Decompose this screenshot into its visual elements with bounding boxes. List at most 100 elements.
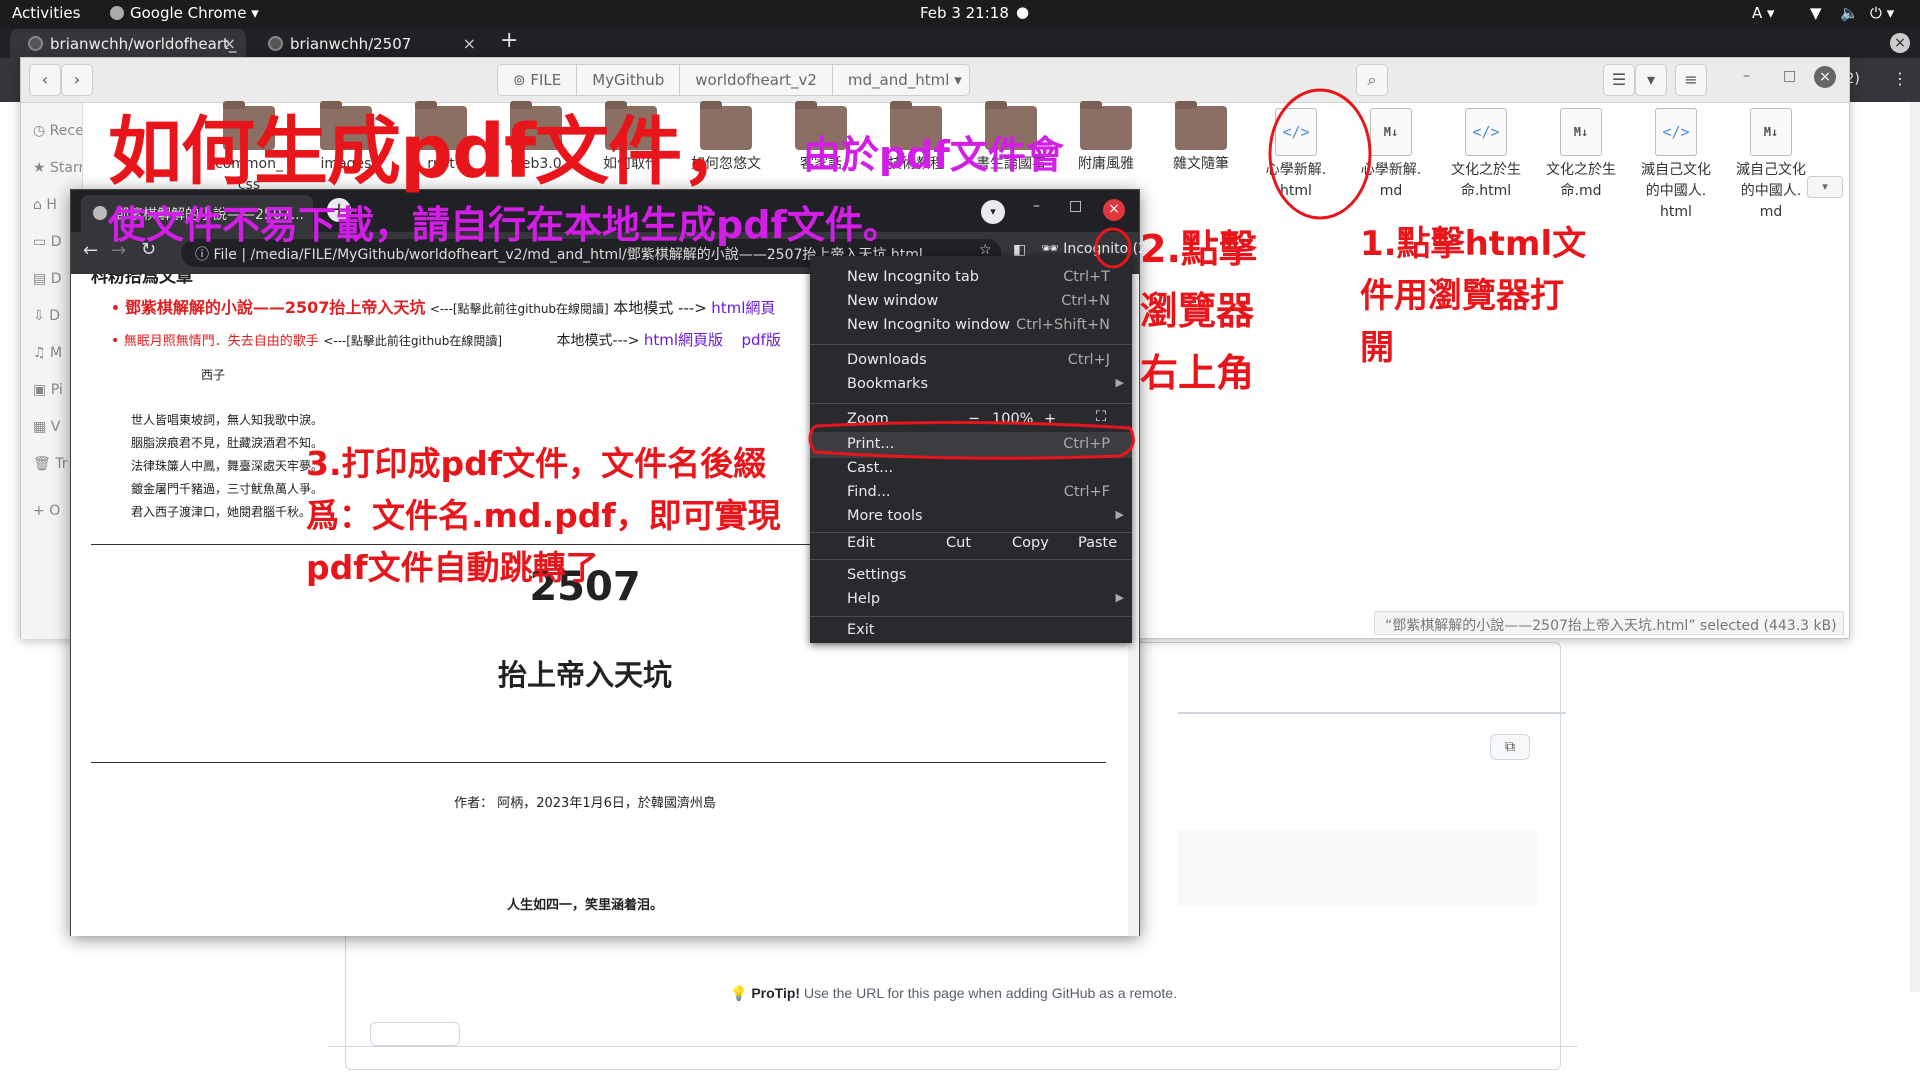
menu-item-more-tools[interactable]: More tools ▶ (810, 508, 1132, 530)
page-subtitle: 抬上帝入天坑 (497, 658, 672, 692)
app-menu[interactable]: Google Chrome ▾ (110, 4, 259, 22)
article-link[interactable]: 無眠月照無情門．失去自由的歌手 (124, 334, 319, 349)
bg-tab-1-label: brianwchh/worldofheart_ (50, 35, 237, 53)
breadcrumb-file[interactable]: ⊚ FILE (498, 65, 578, 95)
clock[interactable]: Feb 3 21:18 (920, 4, 1009, 22)
hamburger-menu-icon[interactable]: ≡ (1675, 64, 1707, 96)
file-item[interactable]: </> 滅自己文化 的中國人. html (1636, 106, 1716, 223)
wifi-icon[interactable]: ▼ (1810, 4, 1822, 22)
menu-item-zoom: Zoom − 100% + ⛶ (847, 409, 1107, 427)
file-item[interactable]: 雜文隨筆 (1161, 101, 1241, 175)
menu-icon[interactable]: ⋮ (1892, 69, 1908, 88)
new-tab-button[interactable]: + (500, 28, 518, 53)
back-button[interactable]: ‹ (29, 64, 61, 96)
list-item: • 無眠月照無情門．失去自由的歌手 <---[點擊此前往github在線閱讀] … (111, 331, 781, 349)
dropdown-icon[interactable]: ▾ (1807, 176, 1843, 198)
breadcrumb-mygithub[interactable]: MyGithub (577, 65, 681, 95)
close-icon[interactable]: × (1103, 199, 1125, 221)
zoom-level: 100% (992, 411, 1034, 427)
bg-tab-2-label: brianwchh/2507 (290, 35, 412, 53)
zoom-in-button[interactable]: + (1044, 411, 1056, 427)
power-icon[interactable]: ⏻ ▾ (1870, 4, 1894, 22)
close-icon[interactable]: × (223, 34, 236, 53)
close-icon[interactable]: × (463, 34, 476, 53)
bg-tab-1[interactable]: brianwchh/worldofheart_ × (10, 29, 246, 58)
menu-item-new-incognito-window[interactable]: New Incognito window Ctrl+Shift+N (810, 317, 1132, 339)
edit-paste-button[interactable]: Paste (1078, 535, 1117, 551)
breadcrumb-worldofheart[interactable]: worldofheart_v2 (680, 65, 833, 95)
edit-copy-button[interactable]: Copy (1012, 535, 1049, 551)
maximize-icon[interactable]: □ (1069, 198, 1082, 214)
close-window-icon[interactable]: × (1890, 33, 1910, 53)
forward-button[interactable]: › (61, 64, 93, 96)
tab-search-icon[interactable]: ▾ (981, 200, 1005, 224)
sidebar-item-desktop[interactable]: ▭ D (33, 234, 61, 250)
globe-icon (93, 206, 107, 220)
sidebar-item-other[interactable]: + O (33, 503, 60, 519)
sidebar-item-documents[interactable]: ▤ D (33, 271, 61, 287)
sidebar-item-recent[interactable]: ◷ Recent (33, 123, 82, 139)
sidebar-item-downloads[interactable]: ⇩ D (33, 308, 60, 324)
pdf-link[interactable]: pdf版 (742, 331, 781, 349)
file-item[interactable]: M↓ 文化之於生 命.md (1541, 106, 1621, 202)
maximize-icon[interactable]: □ (1783, 68, 1796, 84)
sidebar-item-videos[interactable]: ▦ V (33, 419, 60, 435)
input-language[interactable]: A ▾ (1752, 4, 1775, 22)
menu-item-print[interactable]: Print... Ctrl+P (810, 432, 1132, 458)
menu-item-downloads[interactable]: Downloads Ctrl+J (810, 352, 1132, 374)
sidebar-item-music[interactable]: ♫ M (33, 345, 62, 361)
zoom-out-button[interactable]: − (968, 411, 980, 427)
info-icon[interactable]: ⓘ (195, 247, 213, 263)
annotation-step2-line: 右上角 (1140, 351, 1255, 395)
menu-item-new-incognito-tab[interactable]: New Incognito tab Ctrl+T (810, 269, 1132, 291)
file-item[interactable]: </> 心學新解. html (1256, 106, 1336, 202)
protip-label: ProTip! (751, 985, 801, 1001)
back-icon[interactable]: ← (83, 240, 98, 261)
minimize-icon[interactable]: – (1743, 68, 1750, 84)
fullscreen-icon[interactable]: ⛶ (1096, 409, 1106, 425)
byline: 作者： 阿柄，2023年1月6日，於韓國濟州島 (454, 796, 716, 811)
file-name: 滅自己文化 的中國人. html (1641, 162, 1711, 220)
edit-cut-button[interactable]: Cut (946, 535, 971, 551)
activities-button[interactable]: Activities (12, 4, 80, 22)
scrollbar[interactable] (1910, 102, 1920, 992)
chrome-icon (110, 6, 124, 20)
close-icon[interactable]: × (1814, 66, 1836, 88)
incognito-indicator[interactable]: 🕶 Incognito (2) (1041, 241, 1152, 257)
volume-icon[interactable]: 🔈 (1840, 4, 1859, 22)
menu-item-settings[interactable]: Settings (810, 567, 1132, 589)
sidebar-item-home[interactable]: ⌂ H (33, 197, 57, 213)
menu-item-find[interactable]: Find... Ctrl+F (810, 484, 1132, 506)
minimize-icon[interactable]: – (1033, 198, 1040, 214)
file-item[interactable]: 附庸風雅 (1066, 101, 1146, 175)
file-item[interactable]: M↓ 滅自己文化 的中國人. md (1731, 106, 1811, 223)
view-options-icon[interactable]: ▾ (1635, 64, 1667, 96)
submenu-arrow-icon: ▶ (1115, 508, 1124, 521)
file-item[interactable]: </> 文化之於生 命.html (1446, 106, 1526, 202)
menu-item-new-window[interactable]: New window Ctrl+N (810, 293, 1132, 315)
menu-item-cast[interactable]: Cast... (810, 460, 1132, 482)
annotation-step3-line: 爲：文件名.md.pdf，即可實現 (306, 496, 781, 535)
bg-tab-2[interactable]: brianwchh/2507 × (250, 29, 486, 58)
poem-line: 法律珠簾人中鳳，舞臺深處天牢夢。 (131, 459, 324, 473)
article-link[interactable]: 鄧紫棋解解的小說——2507抬上帝入天坑 (125, 298, 426, 317)
menu-item-bookmarks[interactable]: Bookmarks ▶ (810, 376, 1132, 398)
sidebar-item-starred[interactable]: ★ Starred (33, 160, 82, 176)
search-icon[interactable]: ⌕ (1356, 64, 1388, 96)
github-button[interactable] (370, 1022, 460, 1046)
submenu-arrow-icon: ▶ (1115, 591, 1124, 604)
code-block (1178, 830, 1538, 906)
breadcrumb-md-and-html[interactable]: md_and_html ▾ (833, 65, 977, 95)
menu-item-edit: Edit Cut Copy Paste (847, 535, 1118, 551)
file-item[interactable]: M↓ 心學新解. md (1351, 106, 1431, 202)
html-link[interactable]: html網頁版 (644, 331, 723, 349)
protip-body: Use the URL for this page when adding Gi… (800, 985, 1177, 1001)
menu-item-exit[interactable]: Exit (810, 622, 1132, 644)
sidebar-item-pictures[interactable]: ▣ Pi (33, 382, 63, 398)
copy-icon[interactable]: ⧉ (1490, 734, 1530, 760)
protip-text: 💡 ProTip! Use the URL for this page when… (730, 985, 1177, 1001)
menu-item-help[interactable]: Help ▶ (810, 591, 1132, 613)
list-view-icon[interactable]: ☰ (1603, 64, 1635, 96)
html-link[interactable]: html網頁 (711, 299, 775, 317)
sidebar-item-trash[interactable]: 🗑 Tr (33, 456, 67, 472)
